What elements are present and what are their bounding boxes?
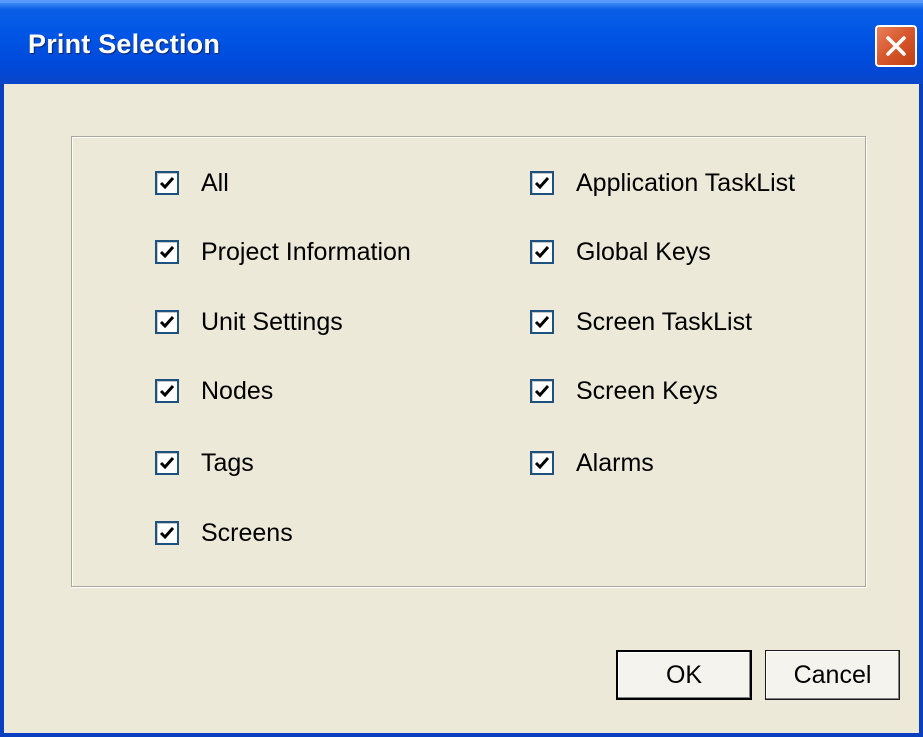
checkbox-all[interactable]: All: [155, 168, 229, 198]
checkbox-label: Project Information: [201, 237, 411, 266]
checkbox-box[interactable]: [155, 171, 179, 195]
close-icon: [884, 34, 908, 58]
checkbox-box[interactable]: [155, 521, 179, 545]
checkmark-icon: [159, 385, 175, 398]
checkmark-icon: [534, 385, 550, 398]
checkbox-label: All: [201, 168, 229, 197]
checkbox-box[interactable]: [155, 451, 179, 475]
checkbox-box[interactable]: [155, 379, 179, 403]
checkbox-label: Screens: [201, 518, 293, 547]
checkbox-label: Alarms: [576, 448, 654, 477]
checkbox-box[interactable]: [530, 379, 554, 403]
ok-button-label: OK: [665, 660, 703, 689]
checkbox-label: Tags: [201, 448, 254, 477]
checkbox-label: Screen TaskList: [576, 307, 753, 336]
checkbox-box[interactable]: [155, 240, 179, 264]
checkbox-screen-tasklist[interactable]: Screen TaskList: [530, 307, 752, 337]
checkbox-box[interactable]: [530, 310, 554, 334]
title-bar[interactable]: Print Selection: [0, 0, 923, 84]
print-selection-dialog: Print Selection All Project Information …: [0, 0, 923, 737]
checkbox-label: Application TaskList: [576, 168, 796, 197]
checkbox-screen-keys[interactable]: Screen Keys: [530, 376, 718, 406]
checkbox-box[interactable]: [530, 451, 554, 475]
checkbox-screens[interactable]: Screens: [155, 518, 293, 548]
checkmark-icon: [159, 246, 175, 259]
checkmark-icon: [159, 457, 175, 470]
close-button[interactable]: [875, 25, 917, 67]
checkmark-icon: [534, 177, 550, 190]
checkbox-label: Global Keys: [576, 237, 711, 266]
cancel-button-label: Cancel: [793, 660, 872, 689]
checkmark-icon: [534, 246, 550, 259]
checkbox-box[interactable]: [155, 310, 179, 334]
checkbox-box[interactable]: [530, 171, 554, 195]
window-title: Print Selection: [28, 29, 221, 59]
checkmark-icon: [534, 457, 550, 470]
checkmark-icon: [534, 316, 550, 329]
checkmark-icon: [159, 177, 175, 190]
checkbox-label: Screen Keys: [576, 376, 718, 405]
checkmark-icon: [159, 316, 175, 329]
checkbox-alarms[interactable]: Alarms: [530, 448, 654, 478]
checkbox-box[interactable]: [530, 240, 554, 264]
ok-button[interactable]: OK: [616, 650, 752, 700]
checkbox-unit-settings[interactable]: Unit Settings: [155, 307, 343, 337]
checkbox-label: Unit Settings: [201, 307, 343, 336]
checkbox-application-tasklist[interactable]: Application TaskList: [530, 168, 795, 198]
checkbox-tags[interactable]: Tags: [155, 448, 254, 478]
checkbox-nodes[interactable]: Nodes: [155, 376, 273, 406]
checkbox-global-keys[interactable]: Global Keys: [530, 237, 711, 267]
checkbox-project-information[interactable]: Project Information: [155, 237, 411, 267]
cancel-button[interactable]: Cancel: [765, 650, 900, 700]
checkmark-icon: [159, 527, 175, 540]
checkbox-label: Nodes: [201, 376, 274, 405]
